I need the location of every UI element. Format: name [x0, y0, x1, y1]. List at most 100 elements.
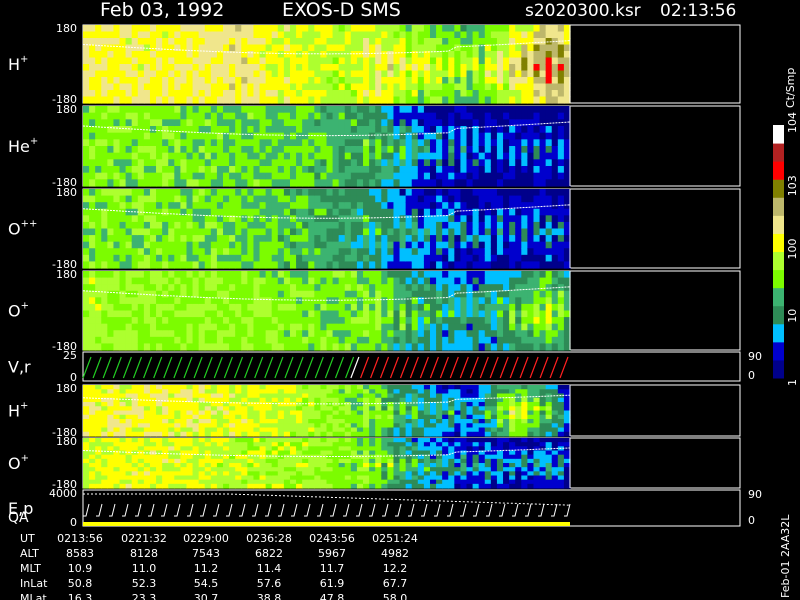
heatmap-cell	[509, 132, 516, 140]
heatmap-cell	[356, 139, 364, 147]
heatmap-cell	[411, 235, 419, 243]
heatmap-cell	[83, 179, 90, 187]
heatmap-cell	[454, 38, 462, 46]
heatmap-cell	[454, 402, 462, 407]
heatmap-cell	[521, 96, 528, 104]
heatmap-cell	[521, 152, 528, 160]
heatmap-cell	[557, 277, 565, 285]
heatmap-cell	[180, 179, 188, 187]
heatmap-cell	[265, 132, 273, 140]
heatmap-cell	[363, 235, 370, 243]
heatmap-cell	[478, 57, 486, 65]
heatmap-cell	[521, 195, 528, 203]
heatmap-cell	[156, 423, 163, 429]
heatmap-cell	[363, 323, 370, 331]
heatmap-cell	[332, 261, 340, 269]
heatmap-cell	[496, 152, 504, 160]
heatmap-cell	[375, 254, 382, 263]
heatmap-cell	[490, 83, 498, 91]
heatmap-cell	[399, 77, 407, 85]
heatmap-cell	[496, 77, 504, 85]
heatmap-cell	[503, 277, 510, 285]
heatmap-cell	[326, 106, 334, 114]
heatmap-cell	[149, 330, 157, 338]
heatmap-cell	[454, 431, 462, 437]
heatmap-cell	[235, 303, 242, 312]
heatmap-cell	[320, 254, 328, 263]
heatmap-cell	[350, 119, 358, 127]
heatmap-cell	[83, 31, 90, 39]
heatmap-cell	[387, 336, 395, 345]
heatmap-cell	[137, 310, 145, 318]
heatmap-cell	[442, 235, 449, 243]
heatmap-cell	[95, 317, 102, 325]
heatmap-cell	[496, 402, 504, 407]
heatmap-cell	[156, 96, 163, 104]
heatmap-cell	[509, 90, 516, 98]
heatmap-cell	[405, 166, 413, 174]
heatmap-cell	[539, 179, 547, 187]
heatmap-cell	[186, 317, 194, 325]
heatmap-cell	[156, 159, 163, 167]
heatmap-cell	[393, 44, 401, 52]
heatmap-cell	[119, 25, 127, 33]
heatmap-cell	[496, 336, 504, 345]
heatmap-cell	[125, 410, 133, 416]
heatmap-cell	[192, 112, 200, 120]
heatmap-cell	[223, 146, 230, 154]
heatmap-cell	[545, 261, 553, 269]
heatmap-cell	[381, 139, 388, 147]
heatmap-cell	[436, 414, 443, 420]
heatmap-cell	[149, 254, 157, 263]
heatmap-cell	[557, 385, 565, 390]
heatmap-cell	[484, 248, 492, 256]
heatmap-cell	[436, 152, 443, 160]
heatmap-cell	[490, 419, 498, 424]
heatmap-cell	[289, 146, 297, 154]
heatmap-cell	[131, 172, 139, 180]
heatmap-cell	[101, 310, 108, 318]
heatmap-cell	[466, 152, 474, 160]
heatmap-cell	[533, 241, 541, 249]
heatmap-cell	[302, 254, 309, 263]
heatmap-cell	[302, 166, 309, 174]
heatmap-cell	[198, 57, 206, 65]
heatmap-cell	[545, 195, 553, 203]
heatmap-cell	[143, 467, 151, 472]
heatmap-cell	[515, 323, 522, 331]
heatmap-cell	[308, 38, 315, 46]
heatmap-cell	[454, 389, 462, 395]
heatmap-cell	[265, 419, 273, 424]
heatmap-cell	[454, 221, 462, 230]
heatmap-cell	[515, 410, 522, 416]
heatmap-cell	[314, 385, 322, 390]
heatmap-cell	[490, 221, 498, 230]
heatmap-cell	[289, 25, 297, 33]
heatmap-cell	[192, 310, 200, 318]
heatmap-cell	[405, 427, 413, 433]
heatmap-cell	[259, 297, 267, 305]
heatmap-cell	[101, 303, 108, 312]
heatmap-cell	[533, 431, 541, 437]
heatmap-cell	[101, 458, 108, 464]
heatmap-cell	[265, 431, 273, 437]
heatmap-cell	[423, 172, 431, 180]
heatmap-cell	[381, 202, 388, 210]
heatmap-cell	[472, 254, 480, 263]
heatmap-cell	[436, 139, 443, 147]
heatmap-cell	[162, 431, 169, 437]
heatmap-cell	[314, 317, 322, 325]
heatmap-cell	[204, 317, 212, 325]
heatmap-cell	[326, 152, 334, 160]
heatmap-cell	[496, 310, 504, 318]
heatmap-cell	[229, 25, 236, 33]
heatmap-cell	[168, 57, 175, 65]
heatmap-cell	[137, 438, 145, 443]
heatmap-cell	[478, 83, 486, 91]
heatmap-cell	[466, 172, 474, 180]
heatmap-cell	[283, 51, 291, 59]
heatmap-cell	[369, 70, 376, 78]
heatmap-cell	[162, 25, 169, 33]
heatmap-cell	[216, 310, 224, 318]
heatmap-cell	[296, 25, 303, 33]
